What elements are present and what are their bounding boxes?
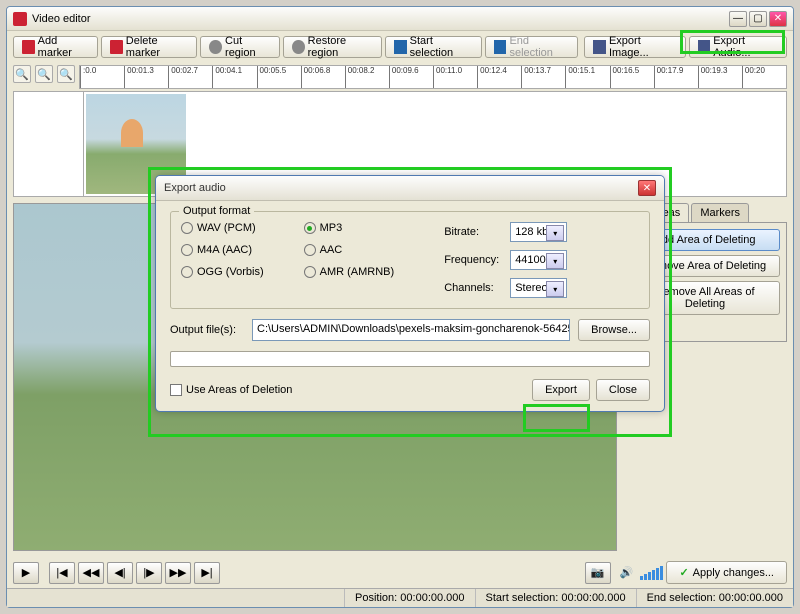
zoom-in-button[interactable]: 🔍 <box>13 65 31 83</box>
status-start: Start selection: 00:00:00.000 <box>476 589 637 607</box>
camera-icon <box>593 40 606 54</box>
status-bar: Position: 00:00:00.000 Start selection: … <box>7 588 793 607</box>
marker-add-icon <box>22 40 35 54</box>
zoom-out-button[interactable]: 🔍 <box>35 65 53 83</box>
restore-region-button[interactable]: Restore region <box>283 36 382 58</box>
output-format-group: Output format WAV (PCM) M4A (AAC) OGG (V… <box>170 211 650 309</box>
last-frame-button[interactable]: ▶| <box>194 562 220 584</box>
snapshot-button[interactable]: 📷 <box>585 562 611 584</box>
bitrate-combo[interactable]: 128 kbps <box>510 222 567 242</box>
output-path-input[interactable]: C:\Users\ADMIN\Downloads\pexels-maksim-g… <box>252 319 570 341</box>
export-image-button[interactable]: Export Image... <box>584 36 685 58</box>
fast-fwd-button[interactable]: ▶▶ <box>165 562 191 584</box>
radio-mp3[interactable]: MP3 <box>304 222 395 234</box>
app-icon <box>13 12 27 26</box>
dialog-title: Export audio <box>164 182 638 194</box>
browse-button[interactable]: Browse... <box>578 319 650 341</box>
volume-meter[interactable] <box>640 566 663 580</box>
first-frame-button[interactable]: |◀ <box>49 562 75 584</box>
start-sel-icon <box>394 40 407 54</box>
dialog-close-button[interactable]: ✕ <box>638 180 656 196</box>
step-back-button[interactable]: ◀| <box>107 562 133 584</box>
frequency-label: Frequency: <box>444 254 504 266</box>
radio-aac[interactable]: AAC <box>304 244 395 256</box>
minimize-button[interactable]: — <box>729 11 747 27</box>
frequency-combo[interactable]: 44100 Hz <box>510 250 567 270</box>
export-progress <box>170 351 650 367</box>
export-audio-label: Export Audio... <box>713 35 778 59</box>
maximize-button[interactable]: ▢ <box>749 11 767 27</box>
player-controls: ▶ |◀ ◀◀ ◀| |▶ ▶▶ ▶| 📷 🔊 ✓ Apply changes..… <box>7 557 793 588</box>
titlebar: Video editor — ▢ ✕ <box>7 7 793 31</box>
restore-icon <box>292 40 305 54</box>
apply-label: Apply changes... <box>693 567 774 579</box>
end-selection-label: End selection <box>509 35 569 59</box>
export-audio-button[interactable]: Export Audio... <box>689 36 787 58</box>
speaker-icon <box>698 40 711 54</box>
export-button[interactable]: Export <box>532 379 590 401</box>
output-files-label: Output file(s): <box>170 324 244 336</box>
use-areas-checkbox[interactable]: Use Areas of Deletion <box>170 384 292 396</box>
export-audio-dialog: Export audio ✕ Output format WAV (PCM) M… <box>155 175 665 412</box>
radio-wav[interactable]: WAV (PCM) <box>181 222 264 234</box>
delete-marker-button[interactable]: Delete marker <box>101 36 197 58</box>
volume-icon[interactable]: 🔊 <box>620 566 634 579</box>
start-selection-label: Start selection <box>410 35 473 59</box>
output-format-legend: Output format <box>179 205 254 217</box>
apply-changes-button[interactable]: ✓ Apply changes... <box>666 561 787 584</box>
end-selection-button[interactable]: End selection <box>485 36 578 58</box>
status-position: Position: 00:00:00.000 <box>345 589 476 607</box>
scissors-icon <box>209 40 222 54</box>
zoom-fit-button[interactable]: 🔍 <box>57 65 75 83</box>
radio-ogg[interactable]: OGG (Vorbis) <box>181 266 264 278</box>
start-selection-button[interactable]: Start selection <box>385 36 482 58</box>
delete-marker-label: Delete marker <box>126 35 189 59</box>
end-sel-icon <box>494 40 507 54</box>
radio-m4a[interactable]: M4A (AAC) <box>181 244 264 256</box>
add-marker-button[interactable]: Add marker <box>13 36 98 58</box>
channels-label: Channels: <box>444 282 504 294</box>
step-fwd-button[interactable]: |▶ <box>136 562 162 584</box>
restore-region-label: Restore region <box>308 35 373 59</box>
marker-del-icon <box>110 40 123 54</box>
channels-combo[interactable]: Stereo <box>510 278 567 298</box>
play-button[interactable]: ▶ <box>13 562 39 584</box>
export-image-label: Export Image... <box>609 35 677 59</box>
bitrate-label: Bitrate: <box>444 226 504 238</box>
status-end: End selection: 00:00:00.000 <box>637 589 793 607</box>
window-title: Video editor <box>32 13 729 25</box>
radio-amr[interactable]: AMR (AMRNB) <box>304 266 395 278</box>
cut-region-button[interactable]: Cut region <box>200 36 280 58</box>
add-marker-label: Add marker <box>38 35 89 59</box>
main-toolbar: Add marker Delete marker Cut region Rest… <box>7 31 793 63</box>
tab-markers[interactable]: Markers <box>691 203 749 222</box>
check-icon: ✓ <box>679 566 688 579</box>
cut-region-label: Cut region <box>225 35 271 59</box>
rewind-button[interactable]: ◀◀ <box>78 562 104 584</box>
close-button[interactable]: Close <box>596 379 650 401</box>
timeline-ruler[interactable]: :0.000:01.300:02.700:04.100:05.500:06.80… <box>79 65 787 89</box>
close-window-button[interactable]: ✕ <box>769 11 787 27</box>
